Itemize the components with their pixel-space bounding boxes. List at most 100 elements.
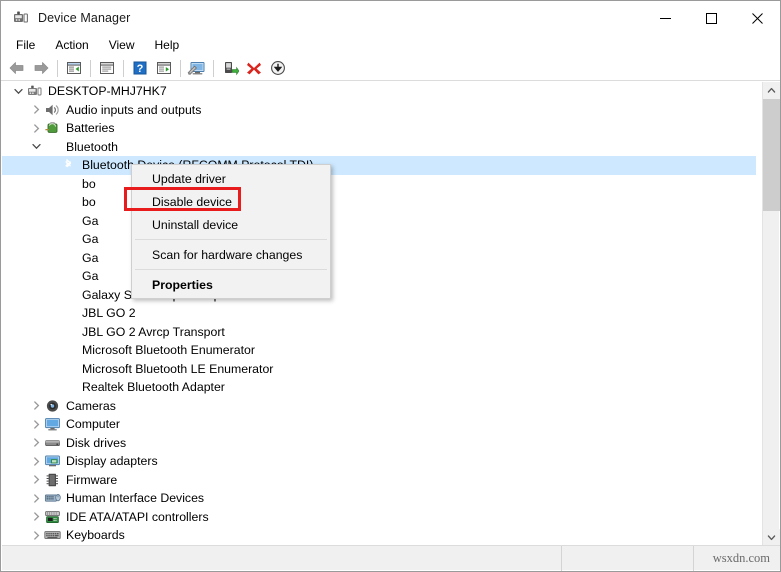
tree-leaf-jbl-go-2[interactable]: JBL GO 2 <box>2 304 756 323</box>
tree-node-audio-inputs-and-outputs[interactable]: Audio inputs and outputs <box>2 101 756 120</box>
tree-node-label: IDE ATA/ATAPI controllers <box>66 509 209 524</box>
chevron-right-icon[interactable] <box>28 453 44 469</box>
menu-file[interactable]: File <box>6 36 45 55</box>
toolbar-separator <box>213 59 214 77</box>
tree-node-disk-drives[interactable]: Disk drives <box>2 434 756 453</box>
show-hide-console-tree-button[interactable] <box>62 57 86 79</box>
tree-node-ide-ata-atapi-controllers[interactable]: IDE ATA/ATAPI controllers <box>2 508 756 527</box>
tree-node-computer[interactable]: Computer <box>2 415 756 434</box>
tree-leaf-galaxy-s10-avrcp-transport[interactable]: Galaxy S10 Avrcp Transport <box>2 286 756 305</box>
menu-action[interactable]: Action <box>45 36 98 55</box>
tree-node-root[interactable]: DESKTOP-MHJ7HK7 <box>2 82 756 101</box>
status-segment-main <box>2 545 562 571</box>
vertical-scrollbar[interactable] <box>762 82 780 546</box>
tree-node-batteries[interactable]: Batteries <box>2 119 756 138</box>
bluetooth-icon: ⎡ <box>49 139 56 151</box>
scroll-up-icon <box>767 87 776 93</box>
tree-leaf-label: bo <box>82 195 96 210</box>
tree-node-label: Human Interface Devices <box>66 491 205 506</box>
chevron-right-icon[interactable] <box>28 416 44 432</box>
minimize-icon <box>659 17 671 19</box>
chevron-down-icon[interactable] <box>28 139 44 155</box>
toolbar-separator <box>123 59 124 77</box>
tree-node-label: Computer <box>66 417 120 432</box>
chevron-right-icon[interactable] <box>28 398 44 414</box>
menu-view[interactable]: View <box>99 36 145 55</box>
context-menu-item-uninstall-device[interactable]: Uninstall device <box>132 213 330 236</box>
chevron-down-icon[interactable] <box>10 83 26 99</box>
maximize-button[interactable] <box>688 1 734 35</box>
tree-leaf-label: Ga <box>82 232 99 247</box>
menu-help[interactable]: Help <box>145 36 190 55</box>
bluetooth-icon <box>60 324 77 340</box>
bluetooth-icon <box>60 287 77 303</box>
ide-controller-icon <box>44 509 61 525</box>
scrollbar-thumb[interactable] <box>763 99 780 211</box>
device-manager-icon <box>12 10 29 27</box>
tree-leaf-jbl-go-2-avrcp-transport[interactable]: JBL GO 2 Avrcp Transport <box>2 323 756 342</box>
tree-leaf-bluetooth-device[interactable]: Bluetooth Device (RFCOMM Protocol TDI) <box>2 156 756 175</box>
battery-icon <box>44 120 61 136</box>
device-manager-window: Device Manager File Action View Help ? D… <box>0 0 781 572</box>
tree-node-firmware[interactable]: Firmware <box>2 471 756 490</box>
speaker-icon <box>44 102 61 118</box>
back-icon <box>9 62 24 74</box>
chevron-right-icon[interactable] <box>28 490 44 506</box>
enable-device-button[interactable] <box>218 57 242 79</box>
back-button[interactable] <box>5 57 29 79</box>
tree-node-keyboards[interactable]: Keyboards <box>2 526 756 545</box>
tree-leaf-bluetooth-2[interactable]: bo <box>2 193 756 212</box>
tree-node-display-adapters[interactable]: Display adapters <box>2 452 756 471</box>
menu-bar: File Action View Help <box>1 35 780 56</box>
uninstall-device-icon <box>247 62 261 75</box>
show-hide-console-tree-icon <box>67 62 81 74</box>
context-menu[interactable]: Update driver Disable device Uninstall d… <box>131 164 331 299</box>
help-button[interactable]: ? <box>128 57 152 79</box>
context-menu-item-properties[interactable]: Properties <box>132 273 330 296</box>
tree-leaf-label: Microsoft Bluetooth Enumerator <box>82 343 255 358</box>
context-menu-item-update-driver[interactable]: Update driver <box>132 167 330 190</box>
computer-root-icon <box>26 83 43 99</box>
disable-device-button[interactable] <box>266 57 290 79</box>
uninstall-device-button[interactable] <box>242 57 266 79</box>
chevron-right-icon[interactable] <box>28 120 44 136</box>
tree-leaf-bluetooth-4[interactable]: Ga <box>2 230 756 249</box>
bluetooth-icon <box>60 379 77 395</box>
tree-leaf-bluetooth-5[interactable]: Ga <box>2 249 756 268</box>
chevron-right-icon[interactable] <box>28 472 44 488</box>
tree-node-human-interface-devices[interactable]: Human Interface Devices <box>2 489 756 508</box>
tree-leaf-microsoft-bluetooth-enumerator[interactable]: Microsoft Bluetooth Enumerator <box>2 341 756 360</box>
chevron-right-icon[interactable] <box>28 527 44 543</box>
bluetooth-icon <box>60 194 77 210</box>
chevron-right-icon[interactable] <box>28 435 44 451</box>
tree-leaf-bluetooth-6[interactable]: Ga <box>2 267 756 286</box>
close-button[interactable] <box>734 1 780 35</box>
bluetooth-icon <box>60 157 77 173</box>
scan-for-hardware-changes-button[interactable] <box>185 57 209 79</box>
tree-leaf-bluetooth-1[interactable]: bo <box>2 175 756 194</box>
chevron-right-icon[interactable] <box>28 102 44 118</box>
tree-leaf-realtek-bluetooth-adapter[interactable]: Realtek Bluetooth Adapter <box>2 378 756 397</box>
chevron-right-icon[interactable] <box>28 509 44 525</box>
svg-text:?: ? <box>137 63 144 75</box>
minimize-button[interactable] <box>642 1 688 35</box>
device-tree[interactable]: DESKTOP-MHJ7HK7 Audio inputs and outputs <box>2 82 756 546</box>
tree-leaf-bluetooth-3[interactable]: Ga <box>2 212 756 231</box>
window-title: Device Manager <box>38 11 131 25</box>
status-segment-secondary <box>562 545 694 571</box>
context-menu-item-disable-device[interactable]: Disable device <box>132 190 330 213</box>
context-menu-item-scan-for-hardware-changes[interactable]: Scan for hardware changes <box>132 243 330 266</box>
forward-button[interactable] <box>29 57 53 79</box>
scroll-up-button[interactable] <box>763 82 780 99</box>
tree-node-bluetooth[interactable]: ⎡ Bluetooth <box>2 138 756 157</box>
tree-node-cameras[interactable]: Cameras <box>2 397 756 416</box>
update-driver-button[interactable] <box>152 57 176 79</box>
properties-button[interactable] <box>95 57 119 79</box>
close-icon <box>751 12 763 24</box>
disk-drive-icon <box>44 435 61 451</box>
tree-leaf-label: JBL GO 2 <box>82 306 136 321</box>
tree-leaf-microsoft-bluetooth-le-enumerator[interactable]: Microsoft Bluetooth LE Enumerator <box>2 360 756 379</box>
bluetooth-icon <box>60 268 77 284</box>
scroll-down-button[interactable] <box>763 529 780 546</box>
display-adapter-icon <box>44 453 61 469</box>
